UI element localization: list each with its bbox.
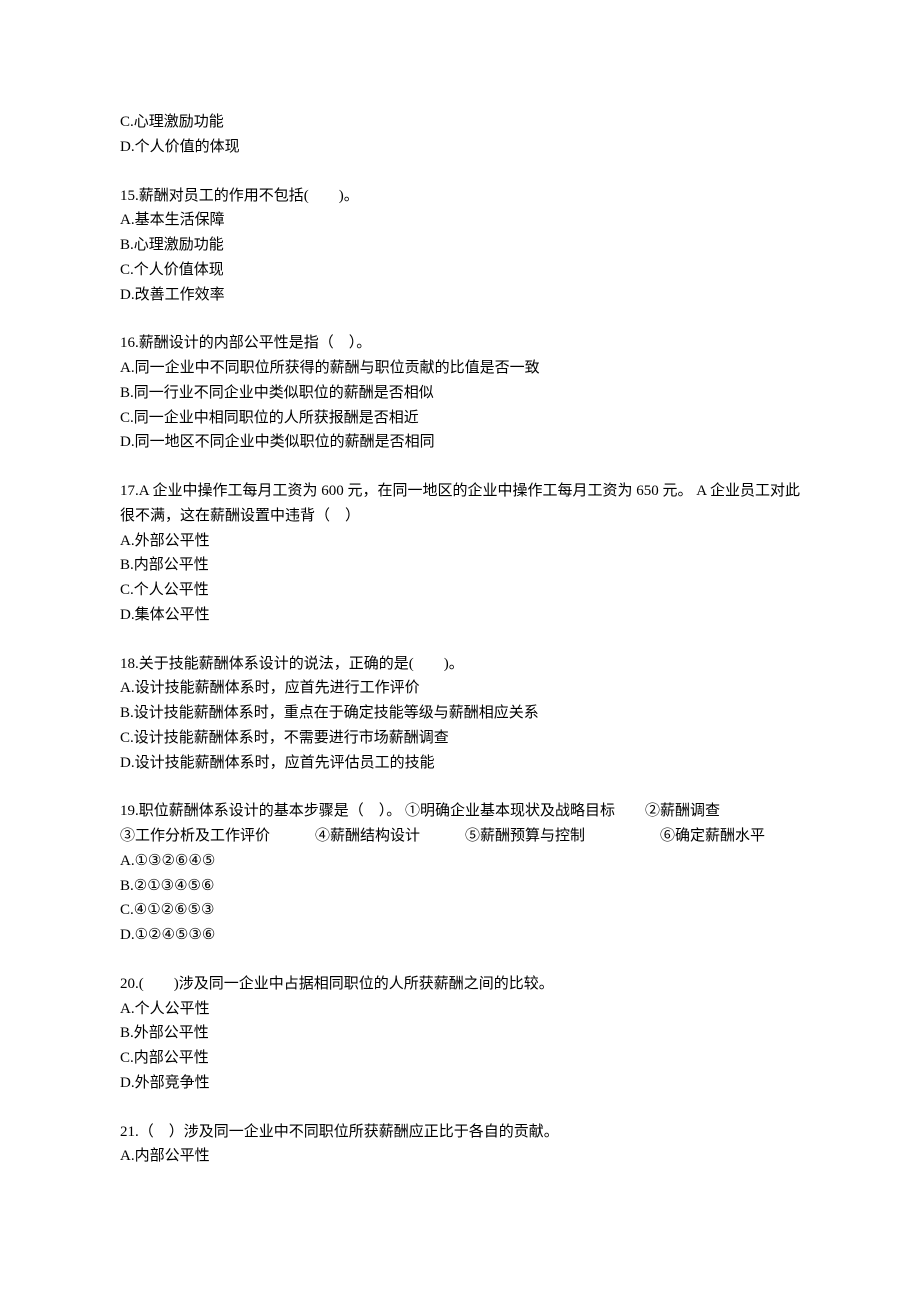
- option-b: B.外部公平性: [120, 1021, 800, 1046]
- option-c: C.内部公平性: [120, 1046, 800, 1071]
- question-stem-line-2: ③工作分析及工作评价 ④薪酬结构设计 ⑤薪酬预算与控制 ⑥确定薪酬水平: [120, 824, 800, 849]
- option-b: B.②①③④⑤⑥: [120, 874, 800, 899]
- option-a: A.外部公平性: [120, 529, 800, 554]
- option-d: D.设计技能薪酬体系时，应首先评估员工的技能: [120, 751, 800, 776]
- question-stem: 21.（ ）涉及同一企业中不同职位所获薪酬应正比于各自的贡献。: [120, 1120, 800, 1145]
- question-14-trailing: C.心理激励功能 D.个人价值的体现: [120, 110, 800, 160]
- option-c: C.④①②⑥⑤③: [120, 898, 800, 923]
- option-b: B.心理激励功能: [120, 233, 800, 258]
- question-20: 20.( )涉及同一企业中占据相同职位的人所获薪酬之间的比较。 A.个人公平性 …: [120, 972, 800, 1096]
- question-18: 18.关于技能薪酬体系设计的说法，正确的是( )。 A.设计技能薪酬体系时，应首…: [120, 652, 800, 776]
- question-stem-line-1: 19.职位薪酬体系设计的基本步骤是（ ）。 ①明确企业基本现状及战略目标 ②薪酬…: [120, 799, 800, 824]
- option-b: B.内部公平性: [120, 553, 800, 578]
- question-21: 21.（ ）涉及同一企业中不同职位所获薪酬应正比于各自的贡献。 A.内部公平性: [120, 1120, 800, 1170]
- option-a: A.设计技能薪酬体系时，应首先进行工作评价: [120, 676, 800, 701]
- option-a: A.个人公平性: [120, 997, 800, 1022]
- question-15: 15.薪酬对员工的作用不包括( )。 A.基本生活保障 B.心理激励功能 C.个…: [120, 184, 800, 308]
- option-d: D.改善工作效率: [120, 283, 800, 308]
- option-d: D.外部竞争性: [120, 1071, 800, 1096]
- question-stem: 15.薪酬对员工的作用不包括( )。: [120, 184, 800, 209]
- option-c: C.心理激励功能: [120, 110, 800, 135]
- option-c: C.个人公平性: [120, 578, 800, 603]
- question-stem: 17.A 企业中操作工每月工资为 600 元，在同一地区的企业中操作工每月工资为…: [120, 479, 800, 529]
- option-a: A.①③②⑥④⑤: [120, 849, 800, 874]
- option-d: D.集体公平性: [120, 603, 800, 628]
- option-d: D.同一地区不同企业中类似职位的薪酬是否相同: [120, 430, 800, 455]
- question-stem: 18.关于技能薪酬体系设计的说法，正确的是( )。: [120, 652, 800, 677]
- question-17: 17.A 企业中操作工每月工资为 600 元，在同一地区的企业中操作工每月工资为…: [120, 479, 800, 628]
- question-stem: 16.薪酬设计的内部公平性是指（ ）。: [120, 331, 800, 356]
- option-a: A.内部公平性: [120, 1144, 800, 1169]
- option-a: A.基本生活保障: [120, 208, 800, 233]
- question-19: 19.职位薪酬体系设计的基本步骤是（ ）。 ①明确企业基本现状及战略目标 ②薪酬…: [120, 799, 800, 948]
- option-a: A.同一企业中不同职位所获得的薪酬与职位贡献的比值是否一致: [120, 356, 800, 381]
- option-c: C.个人价值体现: [120, 258, 800, 283]
- option-c: C.同一企业中相同职位的人所获报酬是否相近: [120, 406, 800, 431]
- option-c: C.设计技能薪酬体系时，不需要进行市场薪酬调查: [120, 726, 800, 751]
- option-b: B.设计技能薪酬体系时，重点在于确定技能等级与薪酬相应关系: [120, 701, 800, 726]
- question-stem: 20.( )涉及同一企业中占据相同职位的人所获薪酬之间的比较。: [120, 972, 800, 997]
- option-d: D.①②④⑤③⑥: [120, 923, 800, 948]
- question-16: 16.薪酬设计的内部公平性是指（ ）。 A.同一企业中不同职位所获得的薪酬与职位…: [120, 331, 800, 455]
- option-d: D.个人价值的体现: [120, 135, 800, 160]
- option-b: B.同一行业不同企业中类似职位的薪酬是否相似: [120, 381, 800, 406]
